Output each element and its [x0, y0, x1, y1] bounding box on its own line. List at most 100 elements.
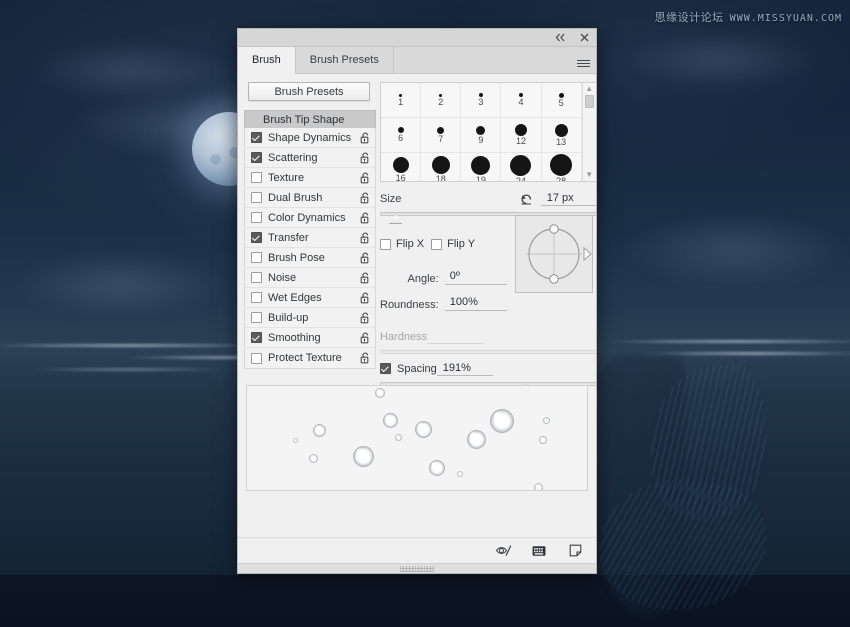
brush-stroke-droplet: [490, 409, 514, 433]
lock-icon[interactable]: [355, 272, 375, 284]
angle-value-input[interactable]: 0º: [445, 270, 507, 285]
sidebar-item-smoothing[interactable]: Smoothing: [245, 328, 375, 348]
sidebar-item-scattering[interactable]: Scattering: [245, 148, 375, 168]
panel-resize-grip[interactable]: [238, 563, 596, 573]
brush-preset-cell[interactable]: 3: [461, 83, 501, 118]
sidebar-item-noise[interactable]: Noise: [245, 268, 375, 288]
angle-roundness-control[interactable]: [515, 215, 593, 293]
option-label: Smoothing: [268, 332, 355, 344]
brush-stroke-droplet: [309, 454, 318, 463]
brush-preset-cell[interactable]: 19: [461, 153, 501, 182]
brush-preset-cell[interactable]: 5: [542, 83, 582, 118]
lock-icon[interactable]: [355, 132, 375, 144]
flip-x-checkbox[interactable]: [380, 239, 391, 250]
toggle-brush-preview-icon[interactable]: [494, 543, 512, 559]
sidebar-item-color-dynamics[interactable]: Color Dynamics: [245, 208, 375, 228]
angle-label: Angle:: [408, 273, 439, 285]
brush-preset-cell[interactable]: 1: [381, 83, 421, 118]
sidebar-item-brush-pose[interactable]: Brush Pose: [245, 248, 375, 268]
lock-icon[interactable]: [355, 252, 375, 264]
brush-stroke-droplet: [457, 471, 463, 477]
brush-preset-cell[interactable]: 16: [381, 153, 421, 182]
hardness-slider-track: [380, 350, 596, 354]
brush-panel-icon[interactable]: [530, 543, 548, 559]
close-button[interactable]: [577, 31, 591, 45]
option-checkbox[interactable]: [251, 272, 262, 283]
option-label: Color Dynamics: [268, 212, 355, 224]
hardness-row: Hardness: [380, 329, 596, 344]
option-checkbox[interactable]: [251, 192, 262, 203]
tab-brush-presets[interactable]: Brush Presets: [296, 47, 394, 73]
scrollbar-thumb[interactable]: [585, 95, 594, 108]
brush-preset-cell[interactable]: 12: [501, 118, 541, 153]
new-brush-icon[interactable]: [566, 543, 584, 559]
option-checkbox[interactable]: [251, 132, 262, 143]
option-checkbox[interactable]: [251, 353, 262, 364]
lock-icon[interactable]: [355, 292, 375, 304]
sidebar-item-dual-brush[interactable]: Dual Brush: [245, 188, 375, 208]
sidebar-item-wet-edges[interactable]: Wet Edges: [245, 288, 375, 308]
size-value-input[interactable]: 17 px: [541, 191, 596, 206]
option-checkbox[interactable]: [251, 152, 262, 163]
lock-icon[interactable]: [355, 212, 375, 224]
brush-preset-cell[interactable]: 4: [501, 83, 541, 118]
spacing-checkbox[interactable]: [380, 363, 391, 374]
lock-icon[interactable]: [355, 172, 375, 184]
brush-preset-cell[interactable]: 13: [542, 118, 582, 153]
option-checkbox[interactable]: [251, 332, 262, 343]
lock-icon[interactable]: [355, 312, 375, 324]
flip-x-label: Flip X: [396, 238, 424, 250]
option-checkbox[interactable]: [251, 212, 262, 223]
option-checkbox[interactable]: [251, 252, 262, 263]
brush-presets-button[interactable]: Brush Presets: [248, 82, 370, 101]
reset-size-icon[interactable]: [519, 192, 535, 206]
option-checkbox[interactable]: [251, 292, 262, 303]
sidebar-item-protect-texture[interactable]: Protect Texture: [245, 348, 375, 368]
brush-preset-cell[interactable]: 18: [421, 153, 461, 182]
sidebar-item-shape-dynamics[interactable]: Shape Dynamics: [245, 128, 375, 148]
mist-cloud: [10, 250, 230, 320]
brush-preview-container: [238, 385, 596, 491]
panel-title-bar[interactable]: [238, 29, 596, 47]
brush-preset-thumbnail: [550, 154, 572, 176]
flip-x-toggle[interactable]: Flip X: [380, 238, 424, 250]
watermark-url: WWW.MISSYUAN.COM: [730, 13, 842, 24]
panel-body: Brush Presets Brush Tip Shape Shape Dyna…: [238, 74, 596, 573]
brush-stroke-droplet: [395, 434, 402, 441]
lock-icon[interactable]: [355, 152, 375, 164]
brush-preset-size-label: 7: [438, 135, 443, 144]
scroll-up-icon[interactable]: ▲: [585, 85, 593, 93]
lock-icon[interactable]: [355, 192, 375, 204]
mist-cloud: [620, 210, 850, 290]
scroll-down-icon[interactable]: ▼: [585, 171, 593, 179]
brush-presets-button-label: Brush Presets: [274, 86, 343, 98]
brush-preset-cell[interactable]: 28: [542, 153, 582, 182]
brush-preset-scrollbar[interactable]: ▲ ▼: [582, 83, 596, 181]
lock-icon[interactable]: [355, 352, 375, 364]
brush-preset-cell[interactable]: 9: [461, 118, 501, 153]
spacing-value-input[interactable]: 191%: [437, 361, 493, 376]
option-checkbox[interactable]: [251, 232, 262, 243]
option-checkbox[interactable]: [251, 172, 262, 183]
sidebar-item-build-up[interactable]: Build-up: [245, 308, 375, 328]
brush-preset-grid[interactable]: 12345679121316181924283035404550: [381, 83, 582, 181]
brush-preset-size-label: 18: [436, 175, 446, 182]
sidebar-item-texture[interactable]: Texture: [245, 168, 375, 188]
sidebar-item-brush-tip-shape[interactable]: Brush Tip Shape: [244, 110, 376, 128]
mist-cloud: [620, 30, 820, 90]
sidebar-item-transfer[interactable]: Transfer: [245, 228, 375, 248]
brush-preset-cell[interactable]: 24: [501, 153, 541, 182]
brush-stroke-droplet: [467, 430, 486, 449]
flip-y-checkbox[interactable]: [431, 239, 442, 250]
lock-icon[interactable]: [355, 232, 375, 244]
brush-preset-cell[interactable]: 6: [381, 118, 421, 153]
brush-preset-cell[interactable]: 2: [421, 83, 461, 118]
roundness-value-input[interactable]: 100%: [445, 296, 507, 311]
tab-brush[interactable]: Brush: [238, 47, 296, 74]
flip-y-toggle[interactable]: Flip Y: [431, 238, 475, 250]
collapse-to-icons-button[interactable]: [553, 31, 567, 45]
brush-preset-cell[interactable]: 7: [421, 118, 461, 153]
lock-icon[interactable]: [355, 332, 375, 344]
option-checkbox[interactable]: [251, 312, 262, 323]
panel-menu-icon[interactable]: [570, 47, 596, 73]
